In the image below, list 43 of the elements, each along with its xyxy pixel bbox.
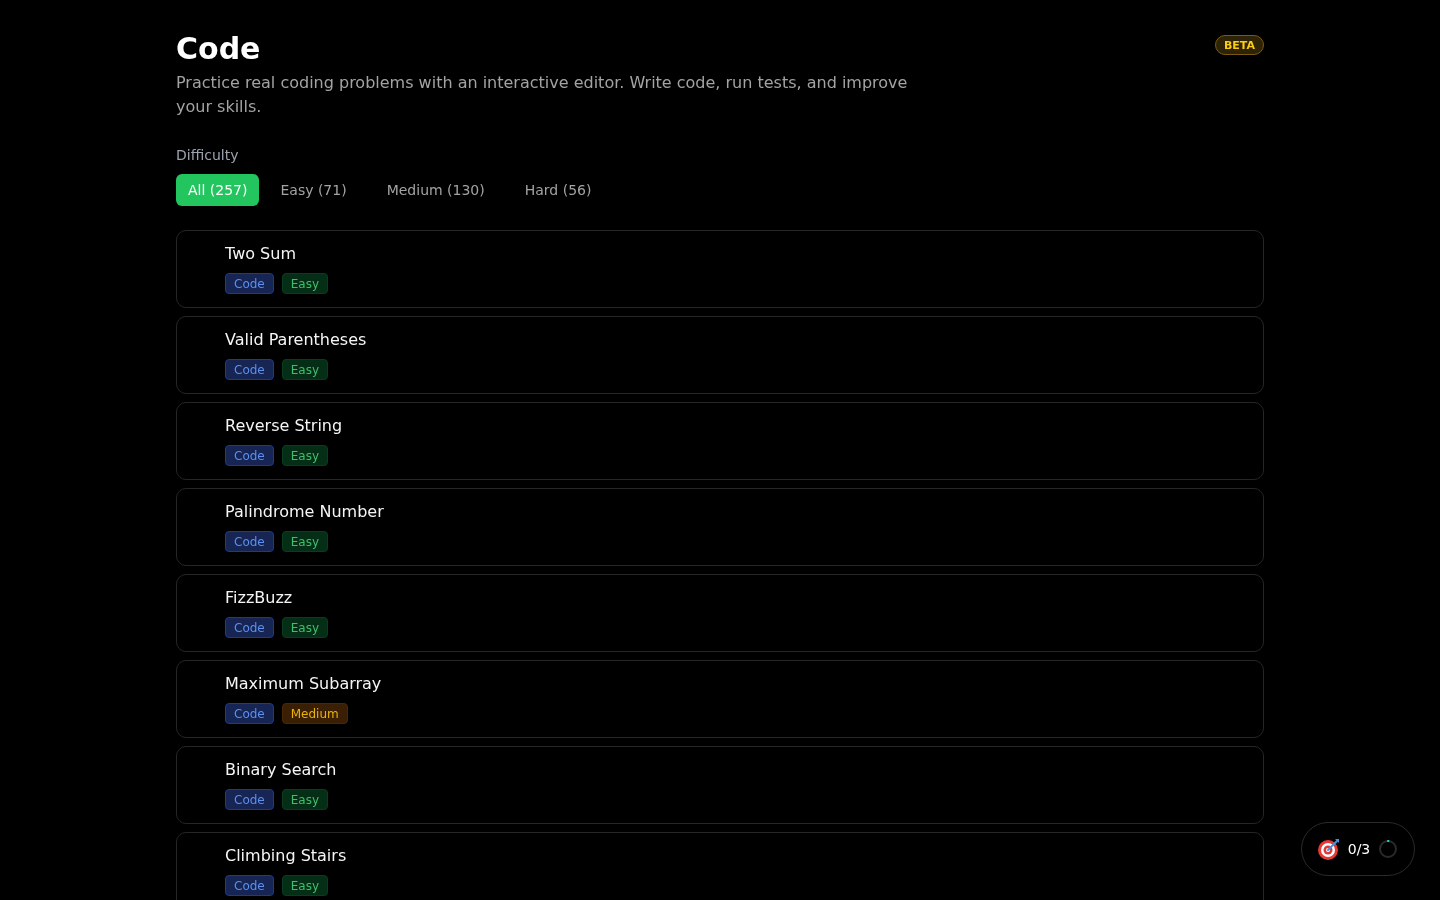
problem-card[interactable]: Maximum Subarray Code Medium [176, 660, 1264, 738]
difficulty-tag: Easy [281, 359, 329, 380]
category-tag: Code [225, 703, 274, 724]
difficulty-tag: Medium [281, 703, 348, 724]
page-description: Practice real coding problems with an interactive editor. Write code, run tests, and improve your skills. [176, 72, 909, 118]
problem-title: FizzBuzz [225, 587, 293, 609]
difficulty-tab[interactable]: Medium (130) [367, 174, 504, 206]
daily-goal-widget[interactable]: 0/3 [1301, 822, 1415, 876]
filter-label: Difficulty [176, 146, 239, 165]
category-tag: Code [225, 359, 274, 380]
category-tag: Code [225, 273, 274, 294]
problem-card[interactable]: Reverse String Code Easy [176, 402, 1264, 480]
problem-title: Binary Search [225, 759, 337, 781]
goal-count: 0/3 [1347, 839, 1371, 859]
problem-card[interactable]: Climbing Stairs Code Easy [176, 832, 1264, 900]
page-title: Code [176, 30, 261, 68]
difficulty-tab[interactable]: Easy (71) [261, 174, 366, 206]
category-tag: Code [225, 445, 274, 466]
difficulty-tag: Easy [281, 273, 329, 294]
problem-card[interactable]: Valid Parentheses Code Easy [176, 316, 1264, 394]
difficulty-tag: Easy [281, 875, 329, 896]
category-tag: Code [225, 789, 274, 810]
category-tag: Code [225, 617, 274, 638]
progress-ring [1378, 839, 1399, 859]
category-tag: Code [225, 531, 274, 552]
problem-card[interactable]: FizzBuzz Code Easy [176, 574, 1264, 652]
beta-badge: BETA [1214, 35, 1264, 55]
problem-title: Valid Parentheses [225, 329, 367, 351]
difficulty-tag: Easy [281, 445, 329, 466]
problem-card[interactable]: Binary Search Code Easy [176, 746, 1264, 824]
category-tag: Code [225, 875, 274, 896]
difficulty-tag: Easy [281, 617, 329, 638]
difficulty-tag: Easy [281, 531, 329, 552]
problem-card[interactable]: Two Sum Code Easy [176, 230, 1264, 308]
problem-title: Palindrome Number [225, 501, 384, 523]
problem-title: Climbing Stairs [225, 845, 347, 867]
problem-title: Two Sum [225, 243, 296, 265]
problem-title: Maximum Subarray [225, 673, 382, 695]
problem-title: Reverse String [225, 415, 343, 437]
target-icon [1317, 838, 1340, 860]
difficulty-tag: Easy [281, 789, 329, 810]
difficulty-tab[interactable]: Hard (56) [505, 174, 611, 206]
problem-card[interactable]: Palindrome Number Code Easy [176, 488, 1264, 566]
